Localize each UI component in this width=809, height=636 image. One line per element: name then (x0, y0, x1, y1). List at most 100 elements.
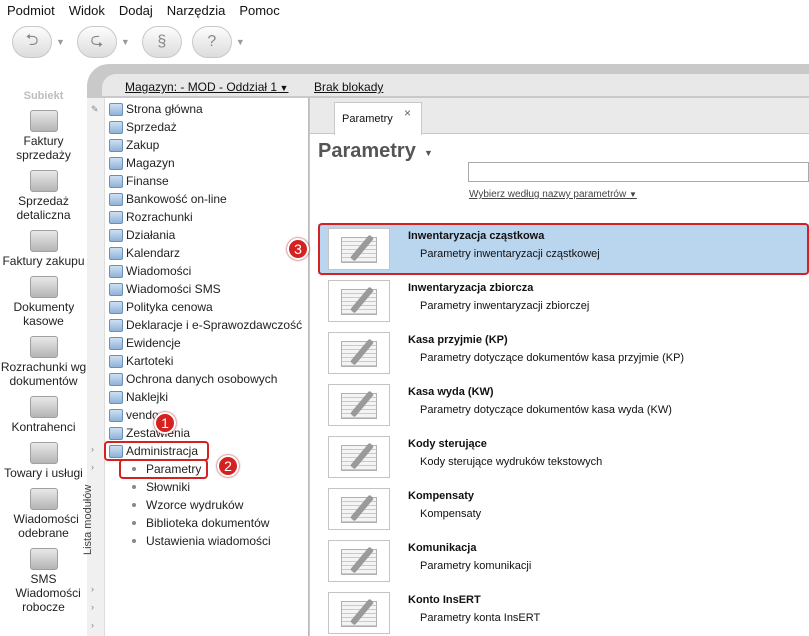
document-edit-icon (328, 592, 390, 634)
forward-icon[interactable]: ⮎ (76, 26, 117, 58)
warehouse-selector[interactable]: Magazyn: - MOD - Oddział 1 ▼ (125, 80, 288, 94)
chevron-right-icon[interactable]: › (91, 444, 94, 454)
module-item[interactable]: Działania (109, 226, 175, 244)
chevron-down-icon[interactable]: ▼ (121, 37, 130, 47)
submodule-item[interactable]: Słowniki (132, 478, 190, 496)
parameter-row[interactable]: Kody sterujące Kody sterujące wydruków te… (318, 432, 809, 482)
submodule-item[interactable]: Ustawienia wiadomości (132, 532, 271, 550)
module-item[interactable]: Kartoteki (109, 352, 173, 370)
submodule-label: Biblioteka dokumentów (146, 516, 270, 530)
chevron-down-icon[interactable]: ▼ (424, 148, 433, 158)
menu-narzedzia[interactable]: Narzędzia (160, 3, 233, 18)
search-input[interactable] (468, 162, 809, 182)
module-icon (109, 318, 123, 332)
page-title[interactable]: Parametry (318, 140, 416, 163)
submodule-item[interactable]: Wzorce wydruków (132, 496, 243, 514)
bullet-icon (132, 521, 136, 525)
module-icon (109, 300, 123, 314)
nav-dokumenty-kasowe[interactable]: Dokumenty kasowe (0, 272, 87, 332)
module-label: Ewidencje (126, 336, 181, 350)
nav-label: SMS Wiadomości robocze (15, 572, 81, 614)
module-item[interactable]: Sprzedaż (109, 118, 177, 136)
nav-faktury-sprzedazy[interactable]: Faktury sprzedaży (0, 106, 87, 166)
cash-documents-icon (29, 276, 58, 298)
chevron-right-icon[interactable]: › (91, 602, 94, 612)
parameter-row[interactable]: Kasa wyda (KW) Parametry dotyczące dokume… (318, 380, 809, 430)
parameter-row[interactable]: Konto InsERT Parametry konta InsERT (318, 588, 809, 636)
search-mode-selector[interactable]: Wybierz według nazwy parametrów ▼ (469, 189, 637, 200)
module-item[interactable]: Magazyn (109, 154, 175, 172)
nav-towary[interactable]: Towary i usługi (0, 438, 87, 484)
nav-rozrachunki[interactable]: Rozrachunki wg dokumentów (0, 332, 87, 392)
module-item[interactable]: Zakup (109, 136, 159, 154)
parameter-description: Kody sterujące wydruków tekstowych (420, 456, 603, 468)
module-item[interactable]: Ewidencje (109, 334, 181, 352)
module-item[interactable]: Kalendarz (109, 244, 180, 262)
module-icon[interactable]: § (141, 26, 182, 58)
module-label: Wiadomości SMS (126, 282, 221, 296)
nav-sms[interactable]: SMS Wiadomości robocze (0, 544, 87, 618)
parameter-title: Kasa przyjmie (KP) (408, 334, 508, 346)
nav-sprzedaz-detaliczna[interactable]: Sprzedaż detaliczna (0, 166, 87, 226)
nav-label: Wiadomości odebrane (13, 512, 79, 540)
module-item[interactable]: Wiadomości (109, 262, 191, 280)
module-item[interactable]: Rozrachunki (109, 208, 193, 226)
module-icon (109, 390, 123, 404)
highlight-parametry (119, 459, 208, 479)
module-item[interactable]: Zestawienia (109, 424, 190, 442)
menu-widok[interactable]: Widok (62, 3, 112, 18)
module-item[interactable]: Ochrona danych osobowych (109, 370, 277, 388)
module-label: Działania (126, 228, 176, 242)
module-item[interactable]: Finanse (109, 172, 169, 190)
highlight-inwentaryzacja (318, 223, 809, 275)
parameter-row[interactable]: Komunikacja Parametry komunikacji (318, 536, 809, 586)
nav-wiadomosci-odebrane[interactable]: Wiadomości odebrane (0, 484, 87, 544)
module-icon (109, 174, 123, 188)
nav-faktury-zakupu[interactable]: Faktury zakupu (0, 226, 87, 272)
document-edit-icon (328, 488, 390, 530)
chevron-right-icon[interactable]: › (91, 584, 94, 594)
module-item[interactable]: Wiadomości SMS (109, 280, 221, 298)
menu-pomoc[interactable]: Pomoc (232, 3, 286, 18)
parameter-row[interactable]: Inwentaryzacja zbiorcza Parametry inwenta… (318, 276, 809, 326)
document-edit-icon (328, 436, 390, 478)
menu-podmiot[interactable]: Podmiot (0, 3, 62, 18)
submodule-label: Ustawienia wiadomości (146, 534, 271, 548)
submodule-label: Słowniki (146, 480, 191, 494)
bullet-icon (132, 485, 136, 489)
back-icon[interactable]: ⮌ (12, 26, 52, 58)
module-list-bar[interactable] (87, 98, 105, 636)
module-item[interactable]: vendo (109, 406, 159, 424)
module-list-label: Lista modułów (82, 484, 94, 555)
parameter-description: Parametry dotyczące dokumentów kasa przy… (420, 352, 685, 364)
module-label: Zakup (126, 138, 160, 152)
help-icon[interactable]: ? (191, 26, 232, 58)
close-icon[interactable]: × (404, 106, 411, 120)
chevron-right-icon[interactable]: › (91, 462, 94, 472)
submodule-item[interactable]: Biblioteka dokumentów (132, 514, 269, 532)
module-icon (109, 336, 123, 350)
parameter-description: Parametry dotyczące dokumentów kasa wyda… (420, 404, 672, 416)
parameter-row[interactable]: Kompensaty Kompensaty (318, 484, 809, 534)
parameter-description: Parametry komunikacji (420, 560, 532, 572)
app-logo: Subiekt (23, 90, 64, 102)
chevron-down-icon[interactable]: ▼ (56, 37, 65, 47)
module-icon (109, 246, 123, 260)
parameter-row[interactable]: Kasa przyjmie (KP) Parametry dotyczące do… (318, 328, 809, 378)
module-icon (109, 282, 123, 296)
menu-dodaj[interactable]: Dodaj (112, 3, 160, 18)
module-label: Finanse (126, 174, 169, 188)
pin-icon[interactable]: ✎ (91, 104, 99, 115)
module-label: Sprzedaż (126, 120, 177, 134)
module-item[interactable]: Bankowość on-line (109, 190, 227, 208)
module-item[interactable]: Strona główna (109, 100, 203, 118)
module-item[interactable]: Naklejki (109, 388, 168, 406)
nav-kontrahenci[interactable]: Kontrahenci (0, 392, 87, 438)
module-item[interactable]: Deklaracje i e-Sprawozdawczość (109, 316, 302, 334)
chevron-down-icon[interactable]: ▼ (236, 37, 245, 47)
module-label: Rozrachunki (126, 210, 193, 224)
parameter-description: Parametry konta InsERT (420, 612, 541, 624)
chevron-right-icon[interactable]: › (91, 620, 94, 630)
locks-link[interactable]: Brak blokady (314, 80, 383, 94)
module-item[interactable]: Polityka cenowa (109, 298, 213, 316)
